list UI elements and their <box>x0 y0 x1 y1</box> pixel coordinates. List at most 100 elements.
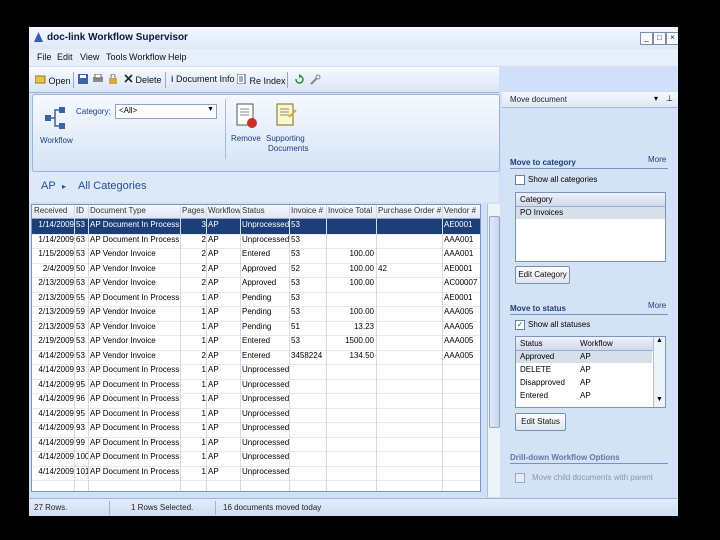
open-button[interactable]: Open <box>34 74 71 86</box>
column-header[interactable]: Purchase Order # <box>378 206 442 215</box>
column-header[interactable]: Vendor # <box>444 206 478 215</box>
status-list-item[interactable]: Disapproved AP <box>516 377 652 389</box>
table-row[interactable]: 4/14/2009 93 AP Document In Process 1 AP Unpr… <box>32 364 480 380</box>
menu-view[interactable]: View <box>80 52 99 62</box>
menu-edit[interactable]: Edit <box>57 52 73 62</box>
table-cell: 53 <box>291 307 300 316</box>
table-row[interactable]: 4/14/2009 95 AP Document In Process 1 AP Unpr… <box>32 408 480 423</box>
status-list-item[interactable]: Entered AP <box>516 390 652 402</box>
panel-dropdown-icon[interactable]: ▾ <box>654 94 658 103</box>
remove-button[interactable]: Remove <box>231 97 263 157</box>
scroll-down-icon[interactable]: ▼ <box>656 396 663 403</box>
breadcrumb-current[interactable]: All Categories <box>78 180 146 192</box>
scrollbar-thumb[interactable] <box>489 216 500 428</box>
status-list-item[interactable]: Approved AP <box>516 351 652 363</box>
menu-workflow[interactable]: Workflow <box>129 52 166 62</box>
table-row[interactable]: 2/13/2009 53 AP Vendor Invoice 1 AP Pending 51… <box>32 321 480 336</box>
table-cell: AP <box>208 379 219 389</box>
status-scrollbar[interactable]: ▲ ▼ <box>653 337 665 407</box>
title-bar: doc-link Workflow Supervisor _ □ × <box>29 27 678 49</box>
table-row[interactable]: 4/14/2009 100 AP Document In Process 1 AP Unp… <box>32 451 480 467</box>
lock-button[interactable] <box>108 73 118 86</box>
delete-x-icon <box>124 74 133 83</box>
document-info-button[interactable]: i Document Info <box>171 74 235 84</box>
table-cell: AP <box>208 307 219 316</box>
menu-tools[interactable]: Tools <box>106 52 127 62</box>
status-separator <box>215 501 216 515</box>
table-row[interactable]: 4/14/2009 99 AP Document In Process 1 AP Unpr… <box>32 437 480 452</box>
show-all-statuses-checkbox[interactable]: ✓ <box>515 320 525 330</box>
column-header[interactable]: Workflow <box>208 206 240 215</box>
open-label: Open <box>48 76 71 86</box>
status-list[interactable]: Status Workflow Approved AP DELETE AP Disapp… <box>515 336 666 408</box>
table-row[interactable]: 2/13/2009 59 AP Vendor Invoice 1 AP Pending 53… <box>32 306 480 322</box>
table-cell: 53 <box>291 292 300 302</box>
column-header[interactable]: Document Type <box>90 206 180 215</box>
category-more-link[interactable]: More <box>648 155 666 164</box>
status-workflow: AP <box>580 352 591 361</box>
table-row[interactable]: 4/14/2009 93 AP Document In Process 1 AP Unpr… <box>32 422 480 438</box>
table-cell: 100.00 <box>349 263 374 273</box>
category-header-label: Category <box>520 195 553 204</box>
table-row[interactable]: 4/14/2009 96 AP Document In Process 1 AP Unpr… <box>32 393 480 409</box>
table-cell: AP Vendor Invoice <box>90 321 156 331</box>
delete-button[interactable]: Delete <box>124 74 162 85</box>
move-child-documents-checkbox[interactable] <box>515 473 525 483</box>
table-row[interactable]: 1/15/2009 53 AP Vendor Invoice 2 AP Entered 53… <box>32 248 480 264</box>
menu-help[interactable]: Help <box>168 52 187 62</box>
edit-status-button[interactable]: Edit Status <box>515 413 566 431</box>
edit-category-button[interactable]: Edit Category <box>515 266 570 284</box>
table-row[interactable]: 2/19/2009 53 AP Vendor Invoice 1 AP Entered 53… <box>32 335 480 351</box>
table-row[interactable]: 2/4/2009 50 AP Vendor Invoice 2 AP Approved 52… <box>32 263 480 278</box>
category-list-item[interactable]: PO Invoices <box>516 207 665 219</box>
column-header[interactable]: Invoice # <box>291 206 326 215</box>
table-row[interactable]: 4/14/2009 95 AP Document In Process 1 AP Unpr… <box>32 379 480 394</box>
toolbar-separator <box>165 72 166 88</box>
print-button[interactable] <box>93 73 103 86</box>
section-divider <box>510 168 668 169</box>
table-cell: Approved <box>242 263 277 273</box>
supporting-documents-button[interactable]: Supporting Documents <box>266 97 310 157</box>
show-all-categories-checkbox[interactable] <box>515 175 525 185</box>
grid-scrollbar[interactable] <box>487 204 500 497</box>
refresh-button[interactable] <box>294 74 305 87</box>
table-cell: AP Vendor Invoice <box>90 263 156 273</box>
table-row[interactable]: 2/13/2009 53 AP Vendor Invoice 2 AP Approved 5… <box>32 277 480 293</box>
table-row[interactable]: 1/14/2009 53 AP Document In Process 3 AP Unpr… <box>32 219 480 235</box>
supporting-label-line1: Supporting <box>266 134 305 143</box>
status-list-item[interactable]: DELETE AP <box>516 364 652 376</box>
table-cell: 2/13/2009 <box>38 321 74 331</box>
category-select[interactable]: <All> ▼ <box>115 104 217 119</box>
column-header[interactable]: Pages <box>182 206 206 215</box>
column-divider <box>326 205 327 491</box>
minimize-button[interactable]: _ <box>640 32 653 45</box>
category-list[interactable]: Category PO Invoices <box>515 192 666 262</box>
table-cell: AP <box>208 263 219 273</box>
table-cell: AP <box>208 234 219 244</box>
table-row[interactable]: 2/13/2009 55 AP Document In Process 1 AP Pend… <box>32 292 480 307</box>
status-more-link[interactable]: More <box>648 301 666 310</box>
tools-button[interactable] <box>310 74 321 87</box>
maximize-button[interactable]: □ <box>653 32 666 45</box>
column-header[interactable]: Status <box>242 206 289 215</box>
table-cell: 2 <box>201 263 206 273</box>
scroll-up-icon[interactable]: ▲ <box>656 337 663 344</box>
table-row[interactable]: 4/14/2009 53 AP Vendor Invoice 2 AP Entered 34… <box>32 350 480 365</box>
table-row[interactable]: 1/14/2009 63 AP Document In Process 2 AP Unpr… <box>32 234 480 249</box>
table-cell: AP <box>208 365 219 374</box>
menu-file[interactable]: File <box>37 52 52 62</box>
column-header[interactable]: Invoice Total <box>328 206 374 215</box>
save-button[interactable] <box>78 74 88 86</box>
column-header[interactable]: Received <box>34 206 74 215</box>
breadcrumb-root[interactable]: AP <box>41 180 56 192</box>
table-cell: Unprocessed <box>242 220 289 229</box>
pin-icon[interactable]: ⊥ <box>666 94 673 103</box>
table-cell: Unprocessed <box>242 379 289 389</box>
table-row[interactable]: 4/14/2009 101 AP Document In Process 1 AP Unp… <box>32 466 480 481</box>
table-cell: Unprocessed <box>242 452 289 461</box>
re-index-button[interactable]: Re Index <box>236 73 286 86</box>
table-cell: Entered <box>242 249 271 258</box>
close-button[interactable]: × <box>666 32 678 45</box>
table-cell: AAA005 <box>444 336 474 345</box>
toolbar-separator <box>73 72 74 88</box>
